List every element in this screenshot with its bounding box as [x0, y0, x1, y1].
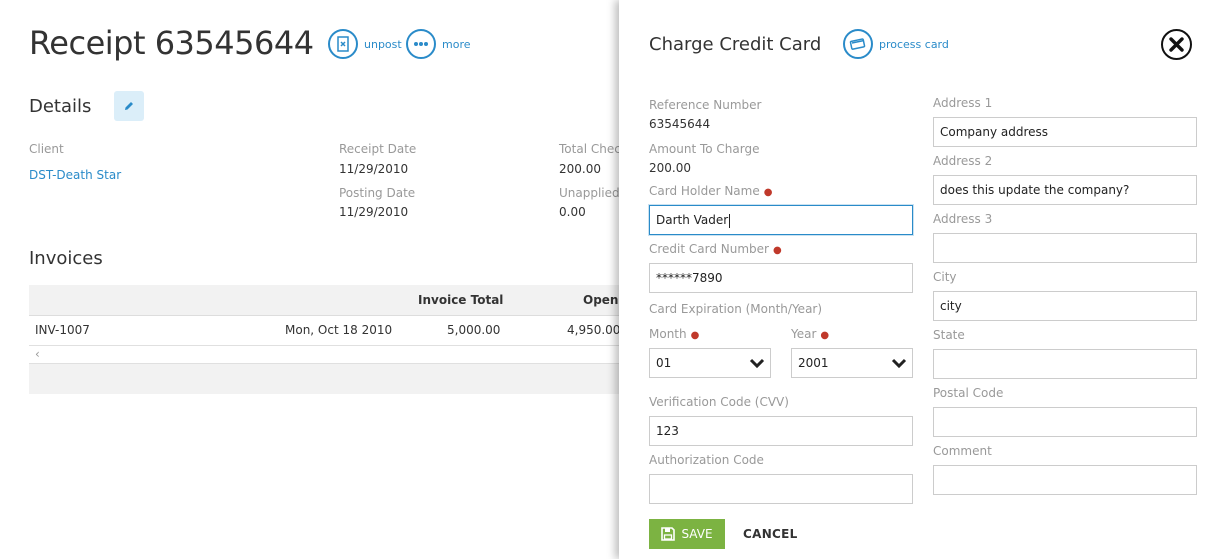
horizontal-scrollbar[interactable]: ‹	[29, 346, 629, 364]
cancel-button[interactable]: CANCEL	[743, 527, 798, 541]
invoice-date: Mon, Oct 18 2010	[285, 323, 393, 337]
close-icon	[1169, 37, 1184, 52]
required-marker: ●	[820, 330, 830, 341]
cvv-input[interactable]: 123	[649, 416, 913, 446]
total-check-label: Total Check	[559, 142, 628, 156]
unpost-action[interactable]: unpost	[328, 29, 402, 59]
city-input[interactable]: city	[933, 291, 1197, 321]
required-marker: ●	[690, 330, 700, 341]
page-title: Receipt 63545644	[29, 24, 314, 62]
postal-code-label: Postal Code	[933, 386, 1004, 400]
unpost-label[interactable]: unpost	[364, 38, 402, 51]
invoice-link[interactable]: INV-1007	[35, 323, 90, 337]
chevron-down-icon	[749, 358, 765, 369]
details-heading: Details	[29, 96, 92, 117]
receipt-date-label: Receipt Date	[339, 142, 417, 156]
unapplied-value: 0.00	[559, 205, 586, 219]
posting-date-value: 11/29/2010	[339, 205, 409, 219]
edit-details-button[interactable]	[114, 91, 144, 121]
receipt-date-value: 11/29/2010	[339, 162, 409, 176]
required-marker: ●	[763, 187, 773, 198]
card-holder-input[interactable]: Darth Vader	[649, 205, 913, 235]
cvv-label: Verification Code (CVV)	[649, 395, 789, 409]
save-label: SAVE	[681, 527, 713, 541]
postal-code-input[interactable]	[933, 407, 1197, 437]
amount-value: 200.00	[649, 161, 691, 175]
required-marker: ●	[773, 245, 782, 256]
posting-date-label: Posting Date	[339, 186, 416, 200]
client-label: Client	[29, 142, 64, 156]
drawer-title: Charge Credit Card	[649, 34, 822, 55]
card-number-label-text: Credit Card Number	[649, 242, 769, 256]
state-label: State	[933, 328, 965, 342]
invoice-open: 4,950.00	[567, 323, 621, 337]
address3-input[interactable]	[933, 233, 1197, 263]
year-select[interactable]: 2001	[791, 348, 913, 378]
unapplied-label: Unapplied	[559, 186, 620, 200]
column-invoice-total[interactable]: Invoice Total	[418, 293, 503, 307]
invoices-table-footer	[29, 364, 629, 394]
process-card-label[interactable]: process card	[879, 38, 949, 51]
comment-input[interactable]	[933, 465, 1197, 495]
card-holder-label-text: Card Holder Name	[649, 184, 760, 198]
month-select[interactable]: 01	[649, 348, 771, 378]
year-value: 2001	[798, 356, 829, 370]
column-open[interactable]: Open	[583, 293, 618, 307]
invoices-heading: Invoices	[29, 248, 103, 269]
pencil-icon	[125, 102, 133, 110]
address1-label: Address 1	[933, 96, 993, 110]
address2-input[interactable]: does this update the company?	[933, 175, 1197, 205]
more-label[interactable]: more	[442, 38, 471, 51]
process-card-icon[interactable]	[843, 29, 873, 59]
month-label: Month ●	[649, 327, 699, 341]
reference-number-value: 63545644	[649, 117, 711, 131]
address3-label: Address 3	[933, 212, 993, 226]
address2-label: Address 2	[933, 154, 993, 168]
month-value: 01	[656, 356, 672, 370]
expiration-label: Card Expiration (Month/Year)	[649, 302, 823, 316]
scroll-left-icon[interactable]: ‹	[35, 347, 40, 361]
table-row[interactable]: INV-1007 Mon, Oct 18 2010 5,000.00 4,950…	[29, 316, 629, 346]
auth-code-label: Authorization Code	[649, 453, 764, 467]
more-icon[interactable]	[406, 29, 436, 59]
total-check-value: 200.00	[559, 162, 601, 176]
process-card-action[interactable]: process card	[843, 29, 949, 59]
address1-input[interactable]: Company address	[933, 117, 1197, 147]
floppy-disk-icon	[661, 527, 676, 541]
card-holder-label: Card Holder Name ●	[649, 184, 772, 198]
state-input[interactable]	[933, 349, 1197, 379]
card-holder-value: Darth Vader	[656, 213, 729, 227]
card-number-label: Credit Card Number ●	[649, 242, 782, 256]
charge-credit-card-drawer: Charge Credit Card process card Referenc…	[619, 0, 1212, 559]
unpost-icon[interactable]	[328, 29, 358, 59]
reference-number-label: Reference Number	[649, 98, 762, 112]
city-label: City	[933, 270, 957, 284]
auth-code-input[interactable]	[649, 474, 913, 504]
amount-label: Amount To Charge	[649, 142, 760, 156]
text-caret	[729, 213, 731, 228]
close-button[interactable]	[1161, 29, 1192, 60]
month-label-text: Month	[649, 327, 687, 341]
invoices-table-header: Invoice Total Open	[29, 285, 629, 316]
save-button[interactable]: SAVE	[649, 519, 725, 549]
more-action[interactable]: more	[406, 29, 471, 59]
comment-label: Comment	[933, 444, 992, 458]
invoice-total: 5,000.00	[447, 323, 501, 337]
year-label: Year ●	[791, 327, 829, 341]
chevron-down-icon	[891, 358, 907, 369]
card-number-input[interactable]: ******7890	[649, 263, 913, 293]
year-label-text: Year	[791, 327, 817, 341]
client-link[interactable]: DST-Death Star	[29, 168, 121, 182]
